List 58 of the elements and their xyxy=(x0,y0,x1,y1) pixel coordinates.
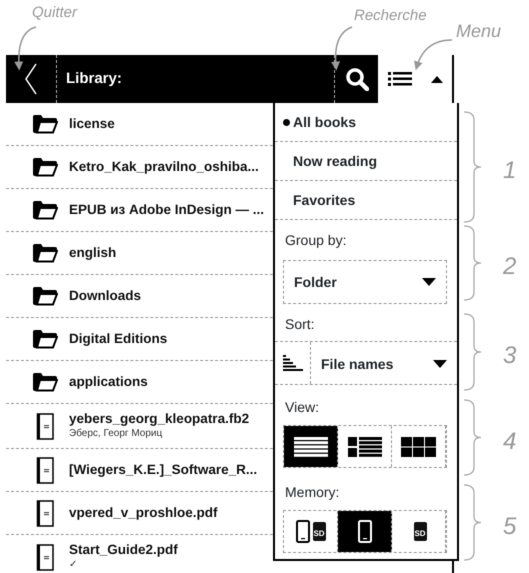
document-icon xyxy=(36,500,54,526)
pointer-arrow xyxy=(331,26,352,70)
file-name: [Wiegers_K.E.]_Software_R... xyxy=(69,462,258,478)
file-name: license xyxy=(69,116,115,132)
shelf-item[interactable]: All books xyxy=(275,103,457,142)
list-view-icon xyxy=(294,436,328,456)
memory-option[interactable] xyxy=(338,511,392,552)
pointer-arrow xyxy=(14,26,36,70)
file-subtitle: ✓ xyxy=(69,558,78,572)
file-name: Downloads xyxy=(69,288,142,304)
shelf-item[interactable]: Now reading xyxy=(275,142,457,181)
folder-icon xyxy=(32,243,58,263)
file-name: Digital Editions xyxy=(69,331,168,347)
callout-number: 2 xyxy=(503,252,516,282)
file-name: english xyxy=(69,245,116,261)
file-name: Start_Guide2.pdf xyxy=(69,542,178,558)
search-icon[interactable] xyxy=(344,67,368,91)
callout-number: 4 xyxy=(503,426,516,456)
sort-label: Sort: xyxy=(284,315,316,334)
document-icon xyxy=(36,456,54,484)
callout-number: 1 xyxy=(503,156,516,186)
annotation-label: Menu xyxy=(456,20,502,43)
sd-card: SD xyxy=(414,522,426,541)
detailed-list-view-icon xyxy=(348,436,382,456)
document-icon xyxy=(36,412,54,440)
caret-up-icon[interactable] xyxy=(430,76,442,82)
annotation-label: Quitter xyxy=(32,3,78,23)
folder-icon xyxy=(32,286,58,306)
folder-icon xyxy=(32,200,58,220)
annotation-label: Recherche xyxy=(354,6,427,26)
file-subtitle: Эберс, Георг Мориц xyxy=(69,427,164,442)
dropdown-caret-icon xyxy=(433,360,447,368)
device-icon xyxy=(358,520,372,543)
group-by-label: Group by: xyxy=(284,231,348,250)
file-name: yebers_georg_kleopatra.fb2 xyxy=(69,410,250,426)
file-name: applications xyxy=(69,374,148,390)
view-option[interactable] xyxy=(284,426,338,467)
shelf-item[interactable]: Favorites xyxy=(275,181,457,220)
folder-icon xyxy=(32,372,58,392)
folder-icon xyxy=(32,329,58,349)
dropdown-caret-icon xyxy=(422,278,436,286)
file-name: vpered_v_proshloe.pdf xyxy=(69,505,218,521)
pointer-arrow xyxy=(414,39,452,70)
sort-order-icon[interactable] xyxy=(282,355,302,371)
callout-number: 5 xyxy=(503,512,516,542)
document-icon xyxy=(36,544,54,570)
file-name: Ketro_Kak_pravilno_oshiba... xyxy=(69,159,259,175)
grid-view-icon xyxy=(401,436,436,456)
sd-card: SD xyxy=(312,522,326,541)
device-icon xyxy=(296,520,310,543)
folder-icon xyxy=(32,157,58,177)
folder-icon xyxy=(32,114,58,134)
back-icon[interactable] xyxy=(24,63,38,95)
group-by-dropdown[interactable]: Folder xyxy=(283,260,447,304)
library-title: Library: xyxy=(65,68,123,89)
file-name: EPUB из Adobe InDesign — ... xyxy=(69,202,264,218)
menu-icon[interactable] xyxy=(388,71,412,87)
callout-number: 3 xyxy=(503,341,516,371)
